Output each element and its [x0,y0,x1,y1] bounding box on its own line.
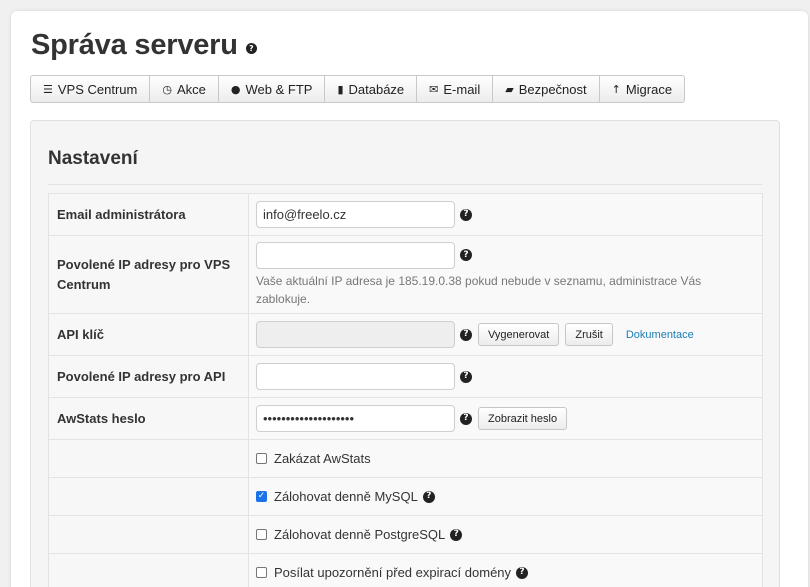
cancel-api-key-button[interactable]: Zrušit [565,323,613,346]
table-row: Zálohovat denně PostgreSQL ? [48,515,763,554]
tab-label: E-mail [443,81,481,97]
main-nav-tabs: ☰ VPS Centrum ◷ Akce ● Web & FTP ▮ Datab… [30,75,686,103]
field-label: API klíč [48,313,249,356]
help-icon[interactable]: ? [245,43,257,54]
tab-databaze[interactable]: ▮ Databáze [325,76,418,102]
backup-postgresql-checkbox[interactable] [256,529,267,540]
envelope-icon: ✉ [429,82,439,96]
backup-mysql-option[interactable]: ✓ Zálohovat denně MySQL ? [256,489,755,504]
settings-panel: Nastavení Email administrátora ? Povolen… [30,120,780,587]
tab-label: Akce [176,81,206,97]
panel-title: Nastavení [48,148,138,169]
help-icon[interactable]: ? [460,208,472,221]
field-label: Email administrátora [48,193,249,236]
tab-akce[interactable]: ◷ Akce [150,76,219,102]
tab-label: Databáze [348,81,405,97]
domain-expiry-notify-checkbox[interactable] [256,567,267,578]
arrow-up-icon: ↑ [611,82,621,96]
settings-form-table: Email administrátora ? Povolené IP adres… [48,193,763,587]
help-icon[interactable]: ? [422,490,435,503]
table-row: API klíč ? Vygenerovat Zrušit Dokumentac… [48,313,763,356]
table-row: Povolené IP adresy pro VPS Centrum ? Vaš… [48,235,763,314]
divider [48,184,762,185]
globe-icon: ● [230,82,241,96]
domain-expiry-notify-option[interactable]: Posílat upozornění před expirací domény … [256,565,755,580]
tab-label: Bezpečnost [518,81,587,97]
page-title: Správa serveru [31,29,238,61]
table-row: Zakázat AwStats [48,439,763,478]
table-row: Posílat upozornění před expirací domény … [48,553,763,587]
vps-ips-input[interactable] [256,241,455,269]
tab-label: Web & FTP [245,81,313,97]
generate-api-key-button[interactable]: Vygenerovat [478,323,560,346]
table-row: ✓ Zálohovat denně MySQL ? [48,477,763,516]
file-icon: ▮ [337,82,344,96]
backup-mysql-checkbox[interactable]: ✓ [256,491,267,502]
title-row: Správa serveru ? [31,29,257,62]
help-icon[interactable]: ? [516,566,529,579]
field-label: AwStats heslo [48,397,249,440]
tab-bezpecnost[interactable]: ▰ Bezpečnost [493,76,600,102]
help-icon[interactable]: ? [450,528,463,541]
field-label: Povolené IP adresy pro API [48,355,249,398]
help-icon[interactable]: ? [460,328,472,341]
api-ips-input[interactable] [256,363,455,390]
awstats-password-input[interactable] [256,405,455,432]
tab-web-ftp[interactable]: ● Web & FTP [219,76,326,102]
ip-hint-text: Vaše aktuální IP adresa je 185.19.0.38 p… [256,273,702,306]
checkbox-label: Zálohovat denně MySQL [274,489,418,504]
table-row: Povolené IP adresy pro API ? [48,355,763,398]
lock-icon: ▰ [505,82,514,96]
list-icon: ☰ [43,82,53,96]
tab-email[interactable]: ✉ E-mail [417,76,494,102]
tab-label: Migrace [625,81,673,97]
page-card: Správa serveru ? ☰ VPS Centrum ◷ Akce ● … [11,11,808,587]
tab-migrace[interactable]: ↑ Migrace [600,76,684,102]
documentation-link[interactable]: Dokumentace [626,329,694,341]
help-icon[interactable]: ? [460,370,472,383]
help-icon[interactable]: ? [460,412,472,425]
checkbox-label: Zálohovat denně PostgreSQL [274,527,446,542]
clock-icon: ◷ [162,82,172,96]
disable-awstats-option[interactable]: Zakázat AwStats [256,451,755,466]
api-key-input [256,321,455,348]
tab-label: VPS Centrum [57,81,138,97]
admin-email-input[interactable] [256,201,455,228]
show-password-button[interactable]: Zobrazit heslo [478,407,568,430]
backup-postgresql-option[interactable]: Zálohovat denně PostgreSQL ? [256,527,755,542]
checkbox-label: Zakázat AwStats [274,451,371,466]
help-icon[interactable]: ? [460,249,472,261]
table-row: AwStats heslo ? Zobrazit heslo [48,397,763,440]
field-label: Povolené IP adresy pro VPS Centrum [48,235,249,314]
checkbox-label: Posílat upozornění před expirací domény [274,565,512,580]
disable-awstats-checkbox[interactable] [256,453,267,464]
table-row: Email administrátora ? [48,193,763,236]
tab-vps-centrum[interactable]: ☰ VPS Centrum [31,76,151,102]
